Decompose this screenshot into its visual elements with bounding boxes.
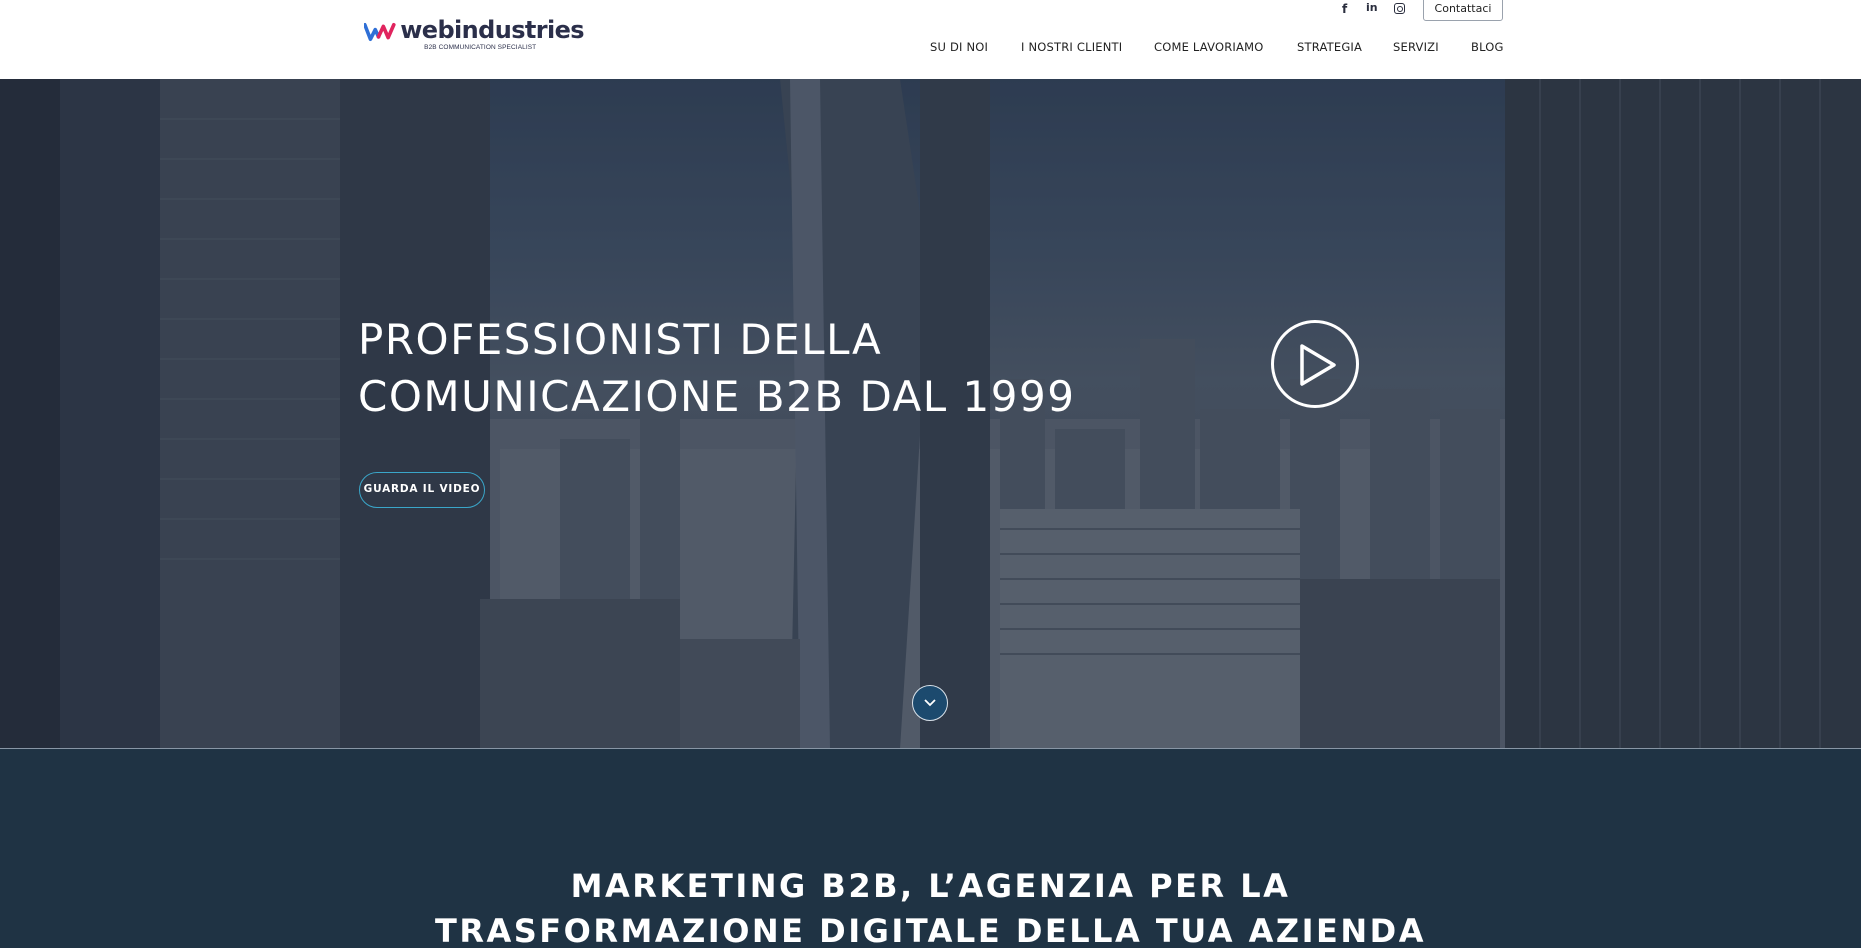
watch-video-button[interactable]: GUARDA IL VIDEO	[359, 472, 485, 508]
nav-item-su-di-noi[interactable]: SU DI NOI	[930, 40, 988, 54]
linkedin-icon[interactable]: in	[1366, 1, 1378, 14]
hero-title-line-2: COMUNICAZIONE B2B DAL 1999	[358, 372, 1076, 421]
site-header: webindustries B2B COMMUNICATION SPECIALI…	[0, 0, 1861, 79]
nav-item-clienti[interactable]: I NOSTRI CLIENTI	[1021, 40, 1122, 54]
logo-name: webindustries	[400, 16, 584, 44]
hero-title-line-1: PROFESSIONISTI DELLA	[358, 315, 883, 364]
play-video-button[interactable]	[1271, 320, 1359, 408]
nav-item-blog[interactable]: BLOG	[1471, 40, 1504, 54]
nav-item-strategia[interactable]: STRATEGIA	[1297, 40, 1362, 54]
hero-divider	[0, 748, 1861, 749]
chevron-down-icon	[924, 699, 936, 707]
section-title-line-2: TRASFORMAZIONE DIGITALE DELLA TUA AZIEND…	[434, 912, 1426, 948]
webindustries-logo-icon	[364, 22, 396, 42]
contact-button[interactable]: Contattaci	[1423, 0, 1503, 21]
nav-item-servizi[interactable]: SERVIZI	[1393, 40, 1439, 54]
facebook-icon[interactable]: f	[1342, 2, 1354, 16]
logo[interactable]: webindustries B2B COMMUNICATION SPECIALI…	[364, 16, 585, 58]
nav-item-come-lavoriamo[interactable]: COME LAVORIAMO	[1154, 40, 1263, 54]
instagram-icon[interactable]	[1394, 3, 1405, 14]
hero-section: PROFESSIONISTI DELLA COMUNICAZIONE B2B D…	[0, 79, 1861, 749]
section-title: MARKETING B2B, L’AGENZIA PER LA TRASFORM…	[0, 864, 1861, 948]
hero-title: PROFESSIONISTI DELLA COMUNICAZIONE B2B D…	[358, 311, 1076, 425]
section-title-line-1: MARKETING B2B, L’AGENZIA PER LA	[570, 867, 1291, 905]
logo-tagline: B2B COMMUNICATION SPECIALIST	[424, 44, 537, 51]
play-icon	[1300, 344, 1336, 386]
scroll-down-button[interactable]	[912, 685, 948, 721]
